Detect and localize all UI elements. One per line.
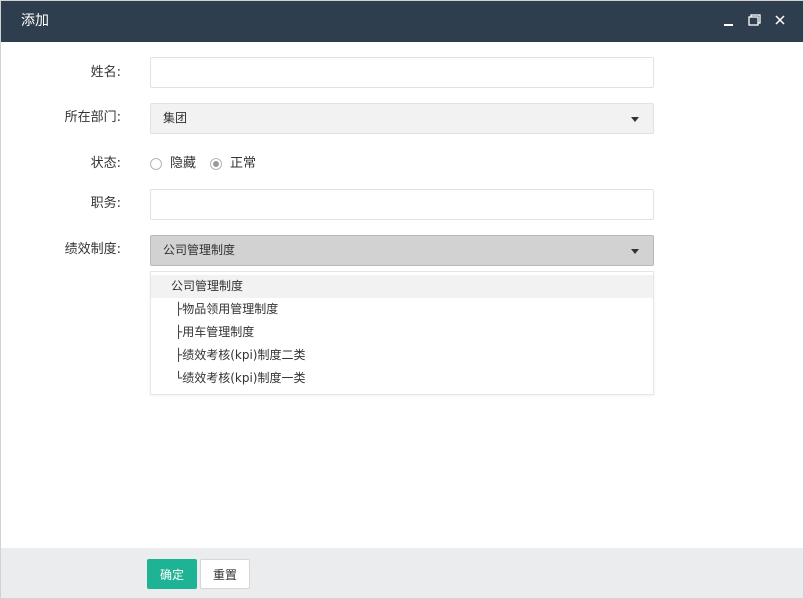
status-radio-hidden-label: 隐藏 [170,156,197,171]
status-radio-hidden[interactable]: 隐藏 [150,155,196,173]
close-icon[interactable] [772,12,788,28]
performance-dropdown: 公司管理制度 ├物品领用管理制度 ├用车管理制度 ├绩效考核(kpi)制度二类 … [150,271,654,395]
department-label: 所在部门: [64,110,121,125]
dialog-title: 添加 [21,13,49,29]
confirm-button[interactable]: 确定 [147,559,197,589]
status-radio-normal[interactable]: 正常 [210,155,256,173]
dropdown-option[interactable]: └绩效考核(kpi)制度一类 [151,367,653,390]
position-label: 职务: [90,196,121,211]
dropdown-option[interactable]: ├用车管理制度 [151,321,653,344]
status-radio-normal-label: 正常 [230,156,257,171]
name-label: 姓名: [90,65,121,80]
dropdown-option[interactable]: 公司管理制度 [151,275,653,298]
dialog-window: 添加 姓名: 所在部门: 集团 状态: 隐藏 正常 职务: 绩效制度: 公司管理… [0,0,804,599]
department-select[interactable]: 集团 [150,103,654,134]
maximize-icon[interactable] [747,12,763,28]
position-input[interactable] [150,189,654,220]
radio-checked-icon [210,158,223,170]
minimize-icon[interactable] [721,12,737,28]
performance-select[interactable]: 公司管理制度 [150,235,654,266]
reset-button[interactable]: 重置 [200,559,250,589]
dropdown-option[interactable]: ├绩效考核(kpi)制度二类 [151,344,653,367]
status-label: 状态: [90,156,121,171]
department-select-value: 集团 [163,111,188,125]
chevron-down-icon [631,249,639,254]
status-radio-group: 隐藏 正常 [150,155,270,173]
dialog-footer: 确定 重置 [1,548,803,598]
performance-label: 绩效制度: [64,242,121,257]
dropdown-option[interactable]: ├物品领用管理制度 [151,298,653,321]
radio-circle-icon [150,158,162,170]
chevron-down-icon [631,117,639,122]
title-bar: 添加 [1,1,803,42]
performance-select-value: 公司管理制度 [163,243,236,257]
name-input[interactable] [150,57,654,88]
form-content: 姓名: 所在部门: 集团 状态: 隐藏 正常 职务: 绩效制度: 公司管理制度 [1,42,803,549]
